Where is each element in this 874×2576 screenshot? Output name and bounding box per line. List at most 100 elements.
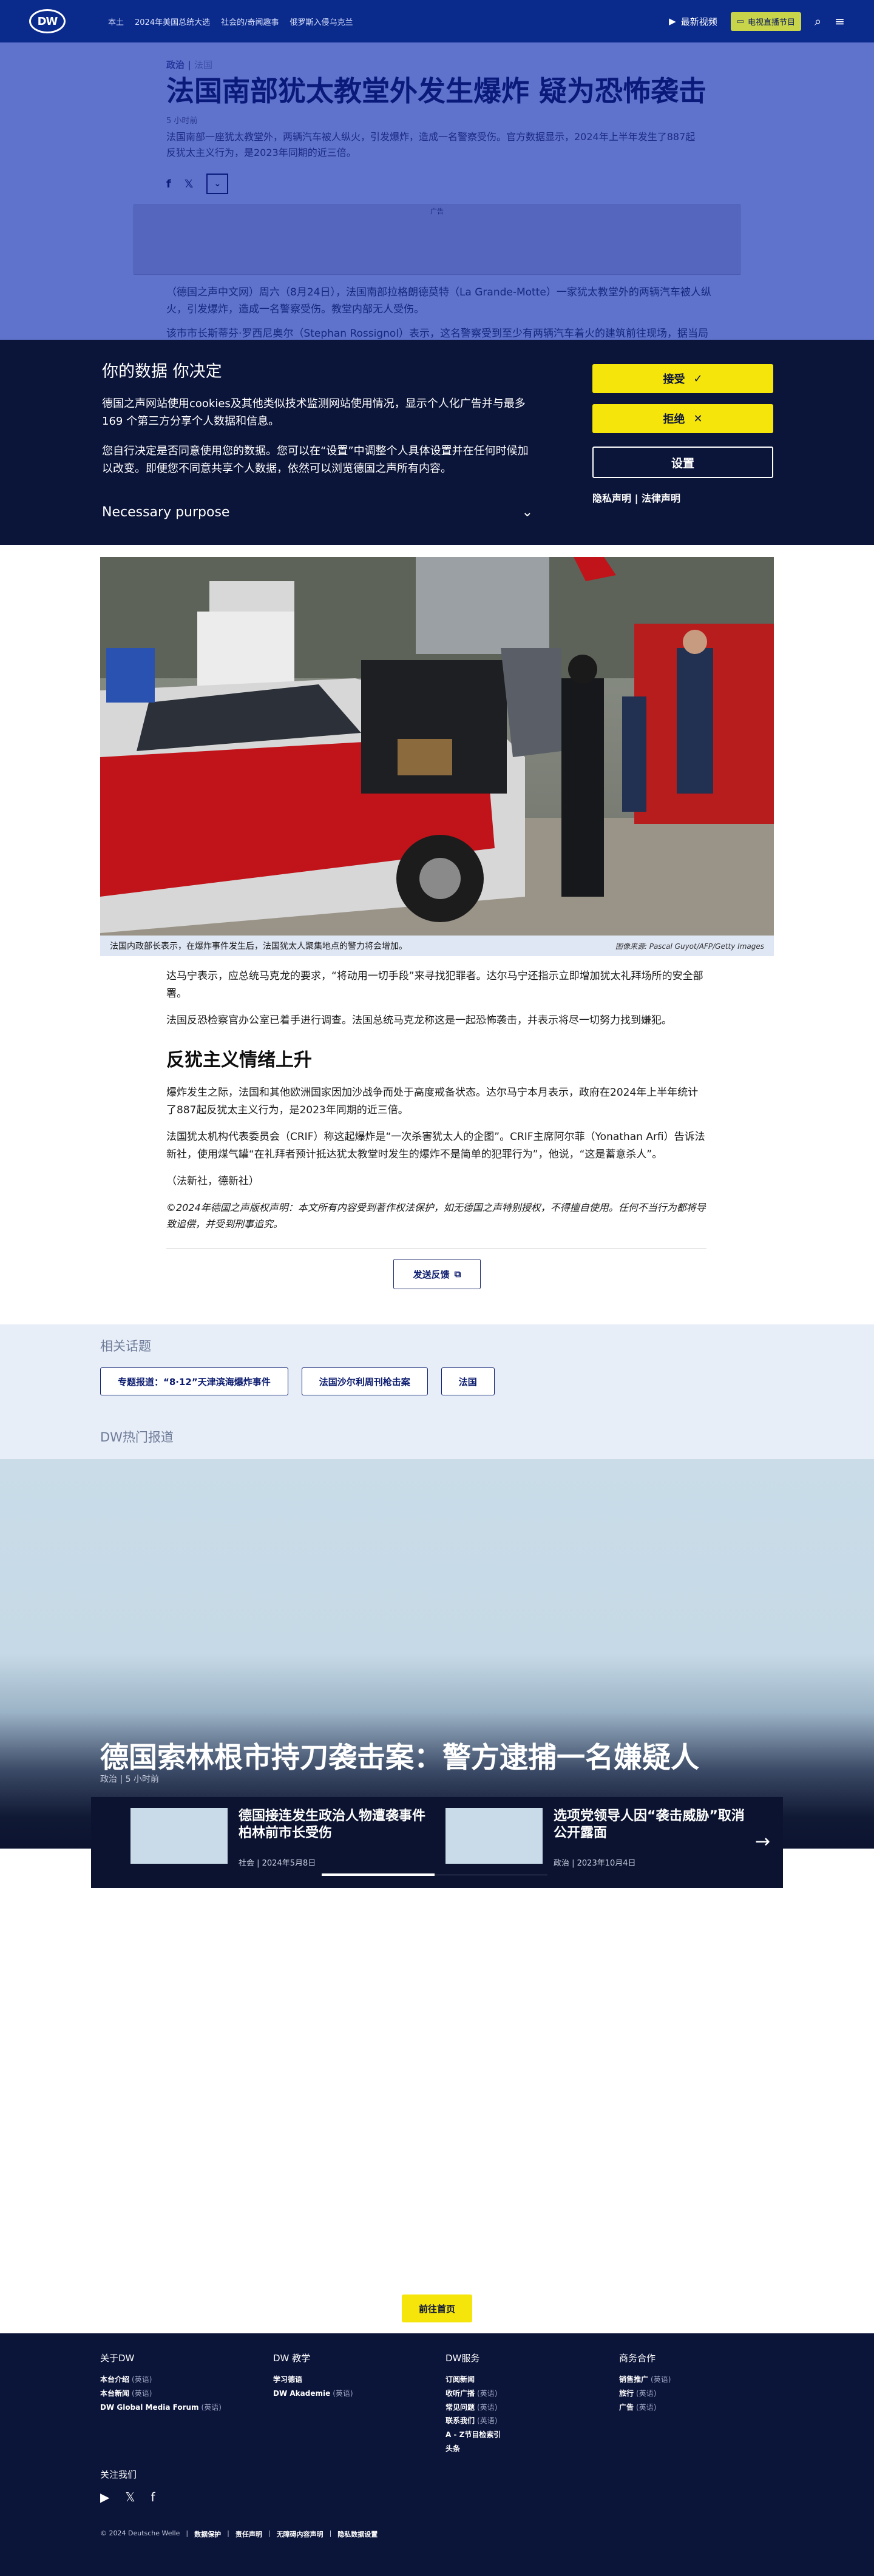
footer-column: 关于DW 本台介绍 (英语) 本台新闻 (英语) DW Global Media F…: [100, 2352, 258, 2414]
footer-link-lang: (英语): [132, 2389, 152, 2398]
ad-label: 广告: [430, 207, 444, 215]
top-nav-links: 本土 2024年美国总统大选 社会的/奇闻趣事 俄罗斯入侵乌克兰: [108, 16, 353, 27]
nav-link[interactable]: 社会的/奇闻趣事: [221, 16, 279, 27]
nav-link[interactable]: 俄罗斯入侵乌克兰: [290, 16, 353, 27]
menu-icon[interactable]: ≡: [835, 14, 845, 29]
dw-logo[interactable]: DW: [29, 9, 66, 33]
footer-link-lang: (英语): [636, 2402, 657, 2412]
article-source: （法新社，德新社）: [166, 1175, 259, 1188]
article-time: 5 小时前: [166, 116, 198, 126]
search-icon[interactable]: ⌕: [815, 14, 821, 29]
legal-link[interactable]: 数据保护: [194, 2529, 221, 2539]
footer-link[interactable]: DW Akademie (英语): [273, 2387, 431, 2401]
settings-button[interactable]: 设置: [592, 447, 773, 478]
accept-button[interactable]: 接受 ✓: [592, 364, 773, 393]
footer-heading: 商务合作: [619, 2353, 656, 2364]
x-icon[interactable]: 𝕏: [125, 2490, 135, 2504]
necessary-purpose-toggle[interactable]: Necessary purpose ⌄: [102, 505, 533, 520]
youtube-icon[interactable]: ▶: [100, 2490, 109, 2504]
tv-icon: ▭: [736, 16, 745, 26]
share-bar: f 𝕏 ⌄: [166, 174, 713, 195]
footer-link-text: 销售推广: [619, 2375, 649, 2384]
photo-credit: 图像来源: Pascal Guyot/AFP/Getty Images: [615, 942, 764, 951]
nav-link[interactable]: 本土: [108, 16, 124, 27]
article-paragraph-6: 法国犹太机构代表委员会（CRIF）称这起爆炸是“一次杀害犹太人的企图”。CRIF…: [166, 1131, 705, 1161]
footer-link[interactable]: 订阅新闻: [445, 2373, 603, 2387]
carousel-card[interactable]: 选项党领导人因“袭击威胁”取消公开露面 政治 | 2023年10月4日: [445, 1808, 745, 1869]
carousel-card[interactable]: 德国接连发生政治人物遭袭事件 柏林前市长受伤 社会 | 2024年5月8日: [130, 1808, 425, 1869]
live-tv-button[interactable]: ▭ 电视直播节目: [730, 12, 802, 31]
footer-link[interactable]: A - Z节目检索引: [445, 2428, 603, 2442]
latest-videos-label: 最新视频: [680, 16, 717, 27]
video-icon: ▶: [669, 16, 676, 27]
footer-link[interactable]: 本台新闻 (英语): [100, 2387, 258, 2401]
footer-link[interactable]: 头条: [445, 2442, 603, 2456]
footer-link[interactable]: 本台介绍 (英语): [100, 2373, 258, 2387]
photo-caption: 法国内政部长表示，在爆炸事件发生后，法国犹太人聚集地点的警力将会增加。: [110, 942, 407, 951]
kicker[interactable]: 政治: [166, 59, 185, 70]
footer-link-text: 头条: [445, 2444, 461, 2453]
arrow-right-icon[interactable]: →: [755, 1831, 770, 1852]
article-paragraph-4: 法国反恐检察官办公室已着手进行调查。法国总统马克龙称这是一起恐怖袭击，并表示将尽…: [166, 1014, 672, 1027]
footer-link[interactable]: 联系我们 (英语): [445, 2414, 603, 2428]
footer-link-text: 收听广播: [445, 2389, 475, 2398]
footer-link-text: 常见问题: [445, 2402, 475, 2412]
legal-link[interactable]: 隐私数据设置: [337, 2529, 378, 2539]
footer-link-lang: (英语): [477, 2402, 498, 2412]
follow-us-label: 关注我们: [100, 2469, 137, 2480]
privacy-link[interactable]: 隐私声明: [592, 493, 631, 504]
legal-bar: © 2024 Deutsche Welle | 数据保护 | 责任声明 | 无障碍内容…: [100, 2529, 378, 2539]
carousel-indicator-active[interactable]: [322, 1873, 435, 1876]
facebook-icon[interactable]: f: [151, 2490, 155, 2504]
facebook-icon[interactable]: f: [166, 178, 171, 191]
article-paragraph-1: （德国之声中文网）周六（8月24日），法国南部拉格朗德莫特（La Grande-…: [166, 286, 711, 316]
reject-button[interactable]: 拒绝 ✕: [592, 404, 773, 433]
copyright-text: © 2024 Deutsche Welle: [100, 2529, 180, 2537]
cookie-links: 隐私声明 | 法律声明: [592, 493, 681, 504]
related-label: 相关话题: [100, 1339, 151, 1354]
topic-tag[interactable]: 法国: [441, 1367, 495, 1395]
legal-link[interactable]: 法律声明: [642, 493, 680, 504]
copy-icon: ⧉: [454, 1269, 461, 1280]
kicker-sub[interactable]: 法国: [194, 59, 212, 70]
footer-column: 商务合作 销售推广 (英语) 旅行 (英语) 广告 (英语): [619, 2352, 777, 2414]
reject-label: 拒绝: [663, 413, 685, 426]
x-icon[interactable]: 𝕏: [185, 178, 194, 191]
footer-link[interactable]: 旅行 (英语): [619, 2387, 777, 2401]
footer-link[interactable]: 收听广播 (英语): [445, 2387, 603, 2401]
topic-tag[interactable]: 法国沙尔利周刊枪击案: [301, 1367, 428, 1395]
card-meta: 政治 | 2023年10月4日: [554, 1859, 636, 1868]
nav-link[interactable]: 2024年美国总统大选: [135, 16, 210, 27]
footer-link-text: 广告: [619, 2402, 634, 2412]
legal-link[interactable]: 无障碍内容声明: [277, 2529, 324, 2539]
topic-tags: 专题报道：“8·12”天津滨海爆炸事件 法国沙尔利周刊枪击案 法国: [100, 1367, 495, 1395]
check-icon: ✓: [693, 372, 703, 385]
latest-videos-link[interactable]: ▶ 最新视频: [669, 15, 717, 28]
footer-link-lang: (英语): [651, 2375, 671, 2384]
footer-heading: 关于DW: [100, 2353, 135, 2364]
top-navigation-bar: DW 本土 2024年美国总统大选 社会的/奇闻趣事 俄罗斯入侵乌克兰 ▶ 最新视…: [0, 0, 874, 42]
footer-heading: DW 教学: [273, 2353, 311, 2364]
article-paragraph-5: 爆炸发生之际，法国和其他欧洲国家因加沙战争而处于高度戒备状态。达尔马宁本月表示，…: [166, 1087, 699, 1116]
send-feedback-button[interactable]: 发送反馈 ⧉: [393, 1259, 481, 1289]
legal-link[interactable]: 责任声明: [235, 2529, 262, 2539]
footer-column: DW服务 订阅新闻 收听广播 (英语) 常见问题 (英语) 联系我们 (英语) A -…: [445, 2352, 603, 2456]
footer-link-text: DW Akademie: [273, 2389, 331, 2398]
go-home-button[interactable]: 前往首页: [402, 2294, 472, 2322]
topic-tag[interactable]: 专题报道：“8·12”天津滨海爆炸事件: [100, 1367, 288, 1395]
chevron-down-icon[interactable]: ⌄: [206, 174, 229, 195]
cookie-text-2: 您自行决定是否同意使用您的数据。您可以在“设置”中调整个人具体设置并在任何时候加…: [102, 445, 529, 475]
feedback-label: 发送反馈: [413, 1269, 450, 1280]
footer-link[interactable]: 常见问题 (英语): [445, 2401, 603, 2415]
footer-link-lang: (英语): [636, 2389, 657, 2398]
footer-link[interactable]: DW Global Media Forum (英语): [100, 2401, 258, 2415]
card-title: 德国接连发生政治人物遭袭事件 柏林前市长受伤: [239, 1809, 426, 1841]
featured-story-title[interactable]: 德国索林根市持刀袭击案：警方逮捕一名嫌疑人: [100, 1734, 699, 1776]
hot-stories-label: DW热门报道: [100, 1430, 174, 1445]
featured-story-image[interactable]: [0, 1459, 874, 1849]
footer-link[interactable]: 学习德语: [273, 2373, 431, 2387]
footer-link[interactable]: 广告 (英语): [619, 2401, 777, 2415]
article-header: 政治 | 法国 法国南部犹太教堂外发生爆炸 疑为恐怖袭击 5 小时前 法国南部一…: [166, 58, 713, 195]
footer-link[interactable]: 销售推广 (英语): [619, 2373, 777, 2387]
live-tv-label: 电视直播节目: [748, 18, 796, 27]
